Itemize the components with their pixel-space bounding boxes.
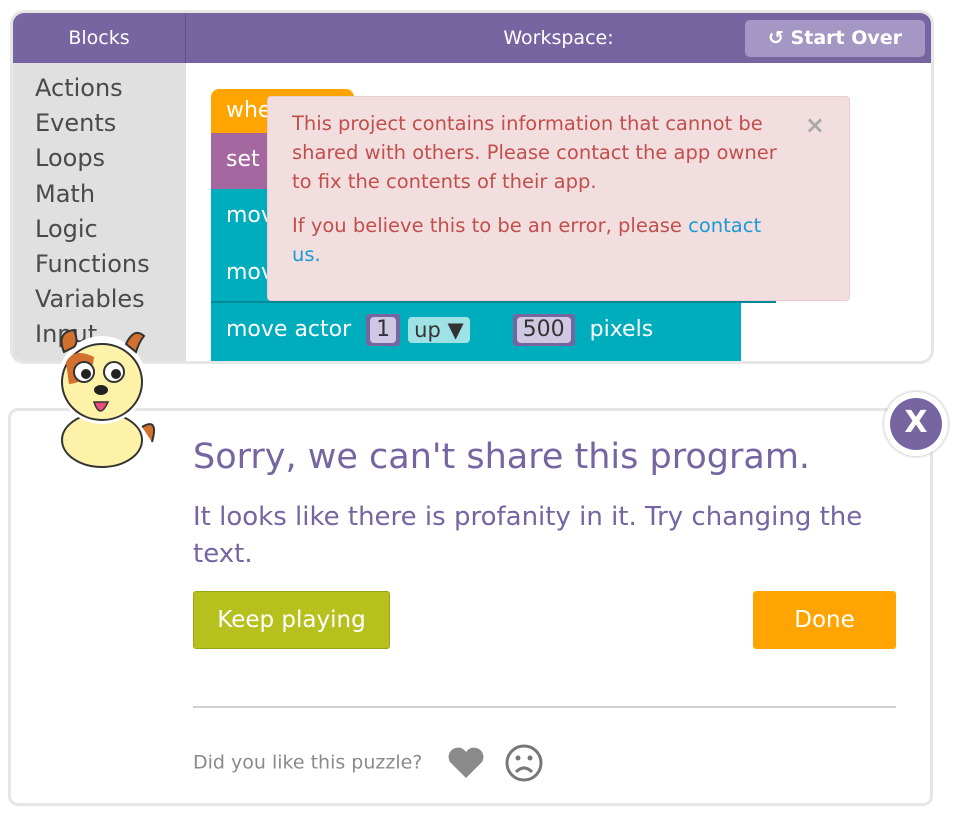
dialog-message: It looks like there is profanity in it. … [193, 502, 863, 569]
distance-value[interactable]: 500 [516, 317, 571, 343]
category-logic[interactable]: Logic [13, 212, 186, 247]
start-over-button[interactable]: ↺ Start Over [745, 20, 925, 57]
category-functions[interactable]: Functions [13, 247, 186, 282]
blockly-panel: Blocks Workspace: ↺ Start Over Actions E… [10, 10, 934, 364]
category-variables[interactable]: Variables [13, 282, 186, 317]
actor-number[interactable]: 1 [370, 317, 397, 343]
direction-value: up [414, 318, 441, 342]
header: Blocks Workspace: ↺ Start Over [13, 13, 931, 63]
dialog-title: Sorry, we can't share this program. [193, 437, 811, 477]
category-math[interactable]: Math [13, 177, 186, 212]
heart-icon[interactable] [446, 746, 486, 780]
error-hint: If you believe this to be an error, plea… [292, 214, 689, 237]
keep-playing-button[interactable]: Keep playing [193, 591, 390, 649]
close-icon[interactable]: × [805, 111, 825, 140]
move-actor-block[interactable]: move actor 1 up ▼ 500 pixels [211, 303, 741, 361]
dialog-close-button[interactable]: X [884, 392, 948, 456]
actor-number-slot[interactable]: 1 [366, 314, 401, 346]
distance-slot[interactable]: 500 [512, 314, 575, 346]
error-alert: × This project contains information that… [267, 96, 850, 301]
category-events[interactable]: Events [13, 106, 186, 141]
direction-dropdown[interactable]: up ▼ [408, 317, 470, 343]
reset-icon: ↺ [768, 27, 791, 49]
feedback-label: Did you like this puzzle? [193, 751, 423, 774]
blocks-header: Blocks [13, 13, 186, 63]
toolbox: Actions Events Loops Math Logic Function… [13, 63, 186, 361]
category-actions[interactable]: Actions [13, 71, 186, 106]
done-button[interactable]: Done [753, 591, 896, 649]
divider [193, 706, 896, 708]
error-message: This project contains information that c… [292, 112, 777, 193]
unit-label: pixels [589, 317, 654, 342]
dog-mascot-icon [55, 328, 155, 472]
sad-face-icon[interactable] [504, 743, 544, 783]
feedback-row: Did you like this puzzle? [193, 743, 544, 783]
move-actor-label: move actor [226, 317, 352, 342]
start-over-label: Start Over [790, 27, 902, 49]
close-x-label: X [890, 398, 942, 450]
category-loops[interactable]: Loops [13, 141, 186, 176]
